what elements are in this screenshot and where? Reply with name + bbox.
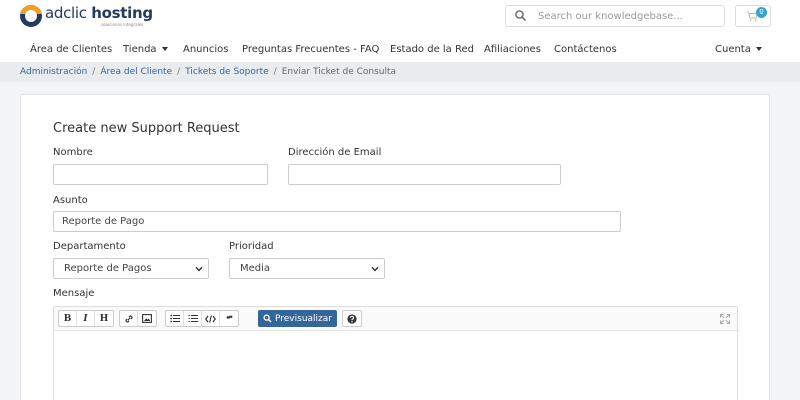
knowledgebase-search[interactable]	[505, 5, 725, 27]
priority-label: Prioridad	[229, 241, 274, 252]
list-group: ❝❞	[165, 310, 239, 327]
quote-button[interactable]: ❝❞	[220, 311, 238, 326]
page-title: Create new Support Request	[53, 121, 240, 136]
heading-button[interactable]: H	[95, 311, 113, 326]
email-label: Dirección de Email	[288, 147, 382, 158]
nav-item-faq[interactable]: Preguntas Frecuentes - FAQ	[242, 44, 379, 55]
department-label: Departamento	[53, 241, 126, 252]
message-label: Mensaje	[53, 288, 95, 299]
italic-button[interactable]: I	[77, 311, 95, 326]
brand-name-bold: hosting	[91, 4, 153, 22]
nav-item-announcements[interactable]: Anuncios	[183, 44, 228, 55]
ordered-list-icon	[188, 315, 198, 322]
caret-down-icon	[755, 47, 762, 51]
image-button[interactable]	[138, 311, 156, 326]
chevron-down-icon	[371, 266, 379, 272]
fullscreen-icon[interactable]	[720, 314, 730, 324]
department-select[interactable]: Reporte de Pagos	[53, 258, 209, 279]
brand-tagline: soluciones integrales	[101, 22, 144, 27]
search-icon	[515, 10, 527, 22]
brand-logo[interactable]: adclic hosting soluciones integrales	[20, 4, 153, 27]
code-icon	[205, 314, 216, 323]
insert-group	[119, 310, 157, 327]
logo-mark-icon	[20, 4, 42, 27]
nav-item-client-area[interactable]: Área de Clientes	[30, 44, 112, 55]
nav-item-network-status[interactable]: Estado de la Red	[390, 44, 474, 55]
chevron-down-icon	[195, 266, 203, 272]
text-format-group: B I H	[58, 310, 114, 327]
cart-button[interactable]: 0	[735, 5, 771, 27]
unordered-list-button[interactable]	[166, 311, 184, 326]
message-editor[interactable]: B I H ❝❞ Previsualizar	[53, 306, 738, 400]
nav-item-affiliates[interactable]: Afiliaciones	[484, 44, 541, 55]
brand-name: adclic	[45, 4, 87, 22]
image-icon	[142, 314, 152, 323]
nav-item-account[interactable]: Cuenta	[715, 44, 762, 55]
breadcrumb-item-current: Enviar Ticket de Consulta	[281, 67, 397, 77]
cart-count-badge: 0	[756, 7, 767, 18]
link-button[interactable]	[120, 311, 138, 326]
code-button[interactable]	[202, 311, 220, 326]
breadcrumb-item-administration[interactable]: Administración	[20, 67, 87, 77]
caret-down-icon	[161, 47, 168, 51]
site-header: adclic hosting soluciones integrales 0	[0, 0, 800, 38]
name-label: Nombre	[53, 147, 93, 158]
help-group	[342, 310, 362, 327]
priority-selected-value: Media	[240, 263, 271, 274]
help-button[interactable]	[343, 311, 361, 326]
nav-item-contact[interactable]: Contáctenos	[554, 44, 617, 55]
breadcrumb-item-client-area[interactable]: Área del Cliente	[100, 67, 172, 77]
subject-label: Asunto	[53, 195, 88, 206]
subject-field[interactable]: Reporte de Pago	[53, 211, 621, 232]
breadcrumb-item-support-tickets[interactable]: Tickets de Soporte	[185, 67, 269, 77]
nav-item-store[interactable]: Tienda	[123, 44, 168, 55]
search-input[interactable]	[538, 10, 708, 22]
preview-button-label: Previsualizar	[275, 313, 332, 324]
department-selected-value: Reporte de Pagos	[64, 263, 152, 274]
unordered-list-icon	[169, 314, 180, 323]
preview-button[interactable]: Previsualizar	[258, 310, 337, 327]
main-nav: Área de Clientes Tienda Anuncios Pregunt…	[0, 38, 800, 62]
bold-button[interactable]: B	[59, 311, 77, 326]
ordered-list-button[interactable]	[184, 311, 202, 326]
name-field[interactable]	[53, 164, 268, 185]
question-circle-icon	[347, 313, 357, 324]
breadcrumb: Administración / Área del Cliente / Tickets …	[0, 62, 800, 82]
link-icon	[124, 314, 133, 323]
email-field[interactable]	[288, 164, 561, 185]
priority-select[interactable]: Media	[229, 258, 385, 279]
editor-toolbar: B I H ❝❞ Previsualizar	[54, 307, 737, 331]
search-icon	[263, 314, 272, 323]
